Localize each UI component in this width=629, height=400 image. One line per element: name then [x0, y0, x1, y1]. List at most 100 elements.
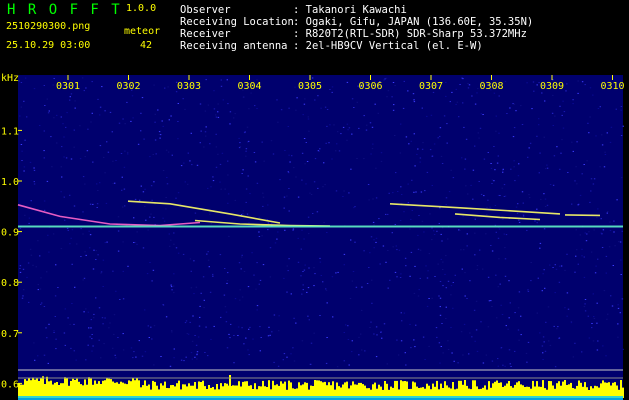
- noise-speck: [295, 176, 297, 178]
- noise-speck: [199, 305, 201, 307]
- noise-speck: [410, 218, 412, 220]
- histogram-bar: [182, 384, 184, 398]
- noise-speck: [480, 321, 482, 323]
- noise-speck: [108, 327, 110, 329]
- noise-speck: [454, 274, 456, 276]
- histogram-bar: [272, 380, 274, 398]
- noise-speck: [399, 152, 402, 154]
- noise-speck: [604, 154, 607, 155]
- noise-speck: [340, 133, 342, 135]
- noise-speck: [541, 290, 543, 292]
- histogram-bar: [302, 384, 304, 398]
- noise-speck: [73, 350, 75, 352]
- noise-speck: [43, 209, 46, 211]
- noise-speck: [44, 105, 46, 106]
- noise-speck: [41, 302, 43, 304]
- noise-speck: [502, 168, 504, 170]
- noise-speck: [577, 263, 579, 265]
- noise-speck: [572, 150, 574, 152]
- noise-speck: [526, 361, 528, 363]
- noise-speck: [317, 95, 319, 97]
- noise-speck: [445, 306, 447, 308]
- noise-speck: [355, 286, 358, 288]
- noise-speck: [433, 234, 436, 235]
- noise-speck: [194, 356, 196, 358]
- noise-speck: [342, 126, 345, 128]
- noise-speck: [316, 211, 319, 213]
- noise-speck: [552, 125, 554, 126]
- noise-speck: [120, 153, 123, 154]
- histogram-bar: [322, 382, 324, 398]
- noise-speck: [320, 275, 322, 276]
- noise-speck: [151, 280, 153, 282]
- noise-speck: [494, 205, 497, 206]
- noise-speck: [28, 301, 30, 303]
- noise-speck: [498, 228, 501, 230]
- noise-speck: [175, 197, 177, 199]
- noise-speck: [589, 201, 591, 203]
- noise-speck: [134, 241, 137, 243]
- noise-speck: [544, 287, 546, 289]
- noise-speck: [132, 117, 134, 119]
- noise-speck: [226, 280, 229, 282]
- noise-speck: [63, 196, 65, 198]
- noise-speck: [543, 136, 545, 138]
- noise-speck: [256, 305, 259, 307]
- noise-speck: [33, 88, 36, 90]
- noise-speck: [269, 334, 271, 336]
- noise-speck: [287, 270, 289, 272]
- x-tick-label: 0310: [600, 81, 624, 92]
- noise-speck: [312, 213, 314, 214]
- noise-speck: [485, 354, 488, 356]
- noise-speck: [367, 184, 370, 185]
- noise-speck: [439, 362, 441, 364]
- noise-speck: [539, 152, 541, 154]
- noise-speck: [300, 275, 302, 277]
- noise-speck: [474, 232, 476, 234]
- noise-speck: [255, 288, 257, 290]
- noise-speck: [295, 109, 297, 111]
- histogram-bar: [26, 380, 28, 398]
- noise-speck: [513, 160, 515, 162]
- noise-speck: [46, 98, 48, 100]
- noise-speck: [308, 233, 310, 235]
- noise-speck: [400, 186, 402, 188]
- noise-speck: [102, 259, 105, 261]
- noise-speck: [37, 289, 39, 291]
- noise-speck: [487, 326, 490, 328]
- noise-speck: [442, 269, 444, 270]
- noise-speck: [89, 336, 91, 338]
- noise-speck: [414, 265, 416, 267]
- noise-speck: [305, 142, 307, 143]
- app-title: H R O F F T: [7, 2, 122, 18]
- noise-speck: [291, 155, 293, 157]
- noise-speck: [190, 287, 193, 289]
- histogram-bar: [66, 378, 68, 398]
- noise-speck: [117, 230, 120, 232]
- noise-speck: [204, 352, 206, 353]
- info-value: : Takanori Kawachi: [293, 4, 407, 16]
- noise-speck: [177, 192, 180, 194]
- noise-speck: [527, 291, 530, 292]
- noise-speck: [43, 150, 45, 152]
- noise-speck: [424, 359, 426, 360]
- noise-speck: [152, 154, 154, 155]
- noise-speck: [89, 234, 92, 236]
- histogram-bar: [362, 384, 364, 398]
- noise-speck: [217, 103, 219, 105]
- noise-speck: [99, 182, 101, 184]
- noise-speck: [69, 243, 71, 245]
- noise-speck: [594, 272, 597, 274]
- noise-speck: [217, 111, 219, 113]
- histogram-bar: [54, 382, 56, 398]
- noise-speck: [219, 254, 222, 256]
- noise-speck: [314, 99, 316, 101]
- noise-speck: [127, 265, 129, 267]
- noise-speck: [421, 148, 424, 150]
- noise-speck: [287, 171, 289, 173]
- noise-speck: [293, 317, 295, 319]
- noise-speck: [474, 218, 476, 220]
- noise-speck: [115, 160, 117, 161]
- noise-speck: [501, 314, 504, 315]
- noise-speck: [547, 306, 550, 308]
